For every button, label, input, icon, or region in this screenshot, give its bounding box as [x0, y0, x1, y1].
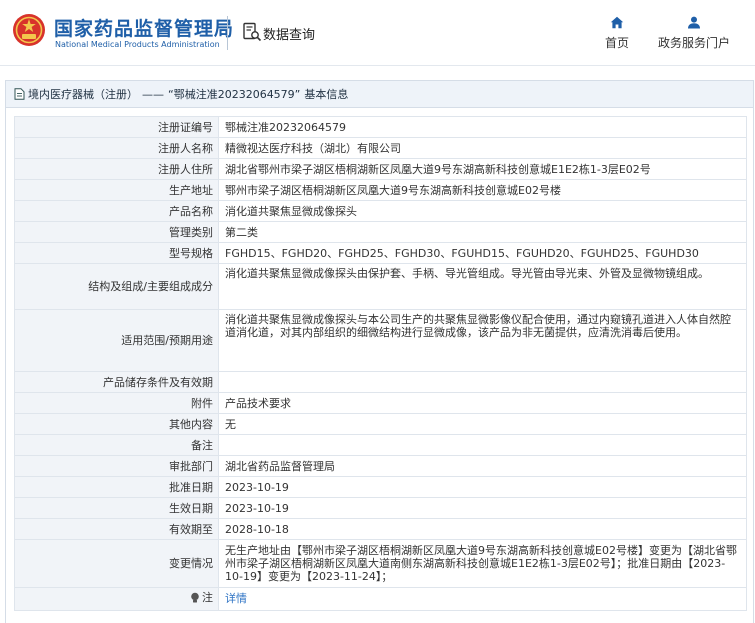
row-structure: 结构及组成/主要组成成分 消化道共聚焦显微成像探头由保护套、手柄、导光管组成。导… [14, 263, 747, 310]
field-value: 产品技术要求 [218, 392, 747, 414]
field-label: 其他内容 [14, 413, 219, 435]
detail-panel: 境内医疗器械（注册） —— “鄂械注准20232064579” 基本信息 注册证… [5, 80, 754, 623]
nav-home[interactable]: 首页 [600, 16, 634, 51]
home-icon [610, 16, 624, 29]
row-other: 其他内容 无 [14, 413, 747, 435]
row-address: 注册人住所 湖北省鄂州市梁子湖区梧桐湖新区凤凰大道9号东湖高新科技创意城E1E2… [14, 158, 747, 180]
row-scope: 适用范围/预期用途 消化道共聚焦显微成像探头与本公司生产的共聚焦显微影像仪配合使… [14, 309, 747, 372]
row-models: 型号规格 FGHD15、FGHD20、FGHD25、FGHD30、FGUHD15… [14, 242, 747, 264]
row-effective-date: 生效日期 2023-10-19 [14, 497, 747, 519]
field-label: 批准日期 [14, 476, 219, 498]
field-label: 变更情况 [14, 539, 219, 588]
breadcrumb-section[interactable]: 境内医疗器械（注册） [28, 86, 138, 102]
document-search-icon [243, 22, 262, 42]
nmpa-emblem-icon [13, 14, 45, 46]
header-divider [227, 16, 228, 50]
row-reg-no: 注册证编号 鄂械注准20232064579 [14, 116, 747, 138]
row-product-name: 产品名称 消化道共聚焦显微成像探头 [14, 200, 747, 222]
nav-gov-portal[interactable]: 政务服务门户 [654, 16, 734, 51]
nav-gov-label: 政务服务门户 [657, 36, 730, 50]
field-label: 注册人住所 [14, 158, 219, 180]
breadcrumb: 境内医疗器械（注册） —— “鄂械注准20232064579” 基本信息 [6, 81, 753, 108]
field-value: 2023-10-19 [218, 497, 747, 519]
breadcrumb-record: “鄂械注准20232064579” [168, 88, 301, 101]
field-value: 消化道共聚焦显微成像探头由保护套、手柄、导光管组成。导光管由导光束、外管及显微物… [218, 263, 747, 310]
row-attachment: 附件 产品技术要求 [14, 392, 747, 414]
field-value: 消化道共聚焦显微成像探头与本公司生产的共聚焦显微影像仪配合使用，通过内窥镜孔道进… [218, 309, 747, 372]
field-value: 鄂州市梁子湖区梧桐湖新区凤凰大道9号东湖高新科技创意城E02号楼 [218, 179, 747, 201]
field-label: 附件 [14, 392, 219, 414]
field-value: 消化道共聚焦显微成像探头 [218, 200, 747, 222]
field-value: 湖北省鄂州市梁子湖区梧桐湖新区凤凰大道9号东湖高新科技创意城E1E2栋1-3层E… [218, 158, 747, 180]
lightbulb-icon [191, 592, 199, 602]
row-expiry: 有效期至 2028-10-18 [14, 518, 747, 540]
field-value: 精微视达医疗科技（湖北）有限公司 [218, 137, 747, 159]
site-header: 国家药品监督管理局 National Medical Products Admi… [0, 0, 755, 66]
field-value [218, 371, 747, 393]
nav-home-label: 首页 [604, 36, 629, 50]
info-table: 注册证编号 鄂械注准20232064579 注册人名称 精微视达医疗科技（湖北）… [14, 116, 747, 611]
row-category: 管理类别 第二类 [14, 221, 747, 243]
data-query-link[interactable]: 数据查询 [263, 24, 315, 43]
row-approve-date: 批准日期 2023-10-19 [14, 476, 747, 498]
field-label: 备注 [14, 434, 219, 456]
field-label: 产品名称 [14, 200, 219, 222]
note-label-cell: 注 [14, 587, 219, 611]
field-label: 结构及组成/主要组成成分 [14, 263, 219, 310]
field-label: 管理类别 [14, 221, 219, 243]
row-registrant: 注册人名称 精微视达医疗科技（湖北）有限公司 [14, 137, 747, 159]
row-remarks: 备注 [14, 434, 747, 456]
field-value: 无生产地址由【鄂州市梁子湖区梧桐湖新区凤凰大道9号东湖高新科技创意城E02号楼】… [218, 539, 747, 588]
field-value: 第二类 [218, 221, 747, 243]
field-value: 2028-10-18 [218, 518, 747, 540]
note-label: 注 [190, 591, 213, 604]
document-icon [14, 88, 25, 100]
field-value [218, 434, 747, 456]
brand-title: 国家药品监督管理局 [54, 18, 235, 40]
user-icon [688, 16, 700, 29]
row-dept: 审批部门 湖北省药品监督管理局 [14, 455, 747, 477]
field-value: 湖北省药品监督管理局 [218, 455, 747, 477]
field-label: 生效日期 [14, 497, 219, 519]
field-value: 鄂械注准20232064579 [218, 116, 747, 138]
field-label: 有效期至 [14, 518, 219, 540]
note-value-cell: 详情 [218, 587, 747, 611]
field-label: 注册人名称 [14, 137, 219, 159]
brand-subtitle: National Medical Products Administration [55, 40, 220, 49]
row-changes: 变更情况 无生产地址由【鄂州市梁子湖区梧桐湖新区凤凰大道9号东湖高新科技创意城E… [14, 539, 747, 588]
breadcrumb-suffix: 基本信息 [304, 88, 349, 101]
row-note: 注 详情 [14, 587, 747, 611]
field-value: 2023-10-19 [218, 476, 747, 498]
field-value: 无 [218, 413, 747, 435]
field-value: FGHD15、FGHD20、FGHD25、FGHD30、FGUHD15、FGUH… [218, 242, 747, 264]
field-label: 审批部门 [14, 455, 219, 477]
breadcrumb-separator: —— [142, 87, 164, 101]
field-label: 生产地址 [14, 179, 219, 201]
note-label-text: 注 [202, 591, 213, 604]
field-label: 型号规格 [14, 242, 219, 264]
field-label: 产品储存条件及有效期 [14, 371, 219, 393]
field-label: 注册证编号 [14, 116, 219, 138]
field-label: 适用范围/预期用途 [14, 309, 219, 372]
details-link[interactable]: 详情 [225, 592, 247, 605]
row-storage: 产品储存条件及有效期 [14, 371, 747, 393]
row-production-address: 生产地址 鄂州市梁子湖区梧桐湖新区凤凰大道9号东湖高新科技创意城E02号楼 [14, 179, 747, 201]
